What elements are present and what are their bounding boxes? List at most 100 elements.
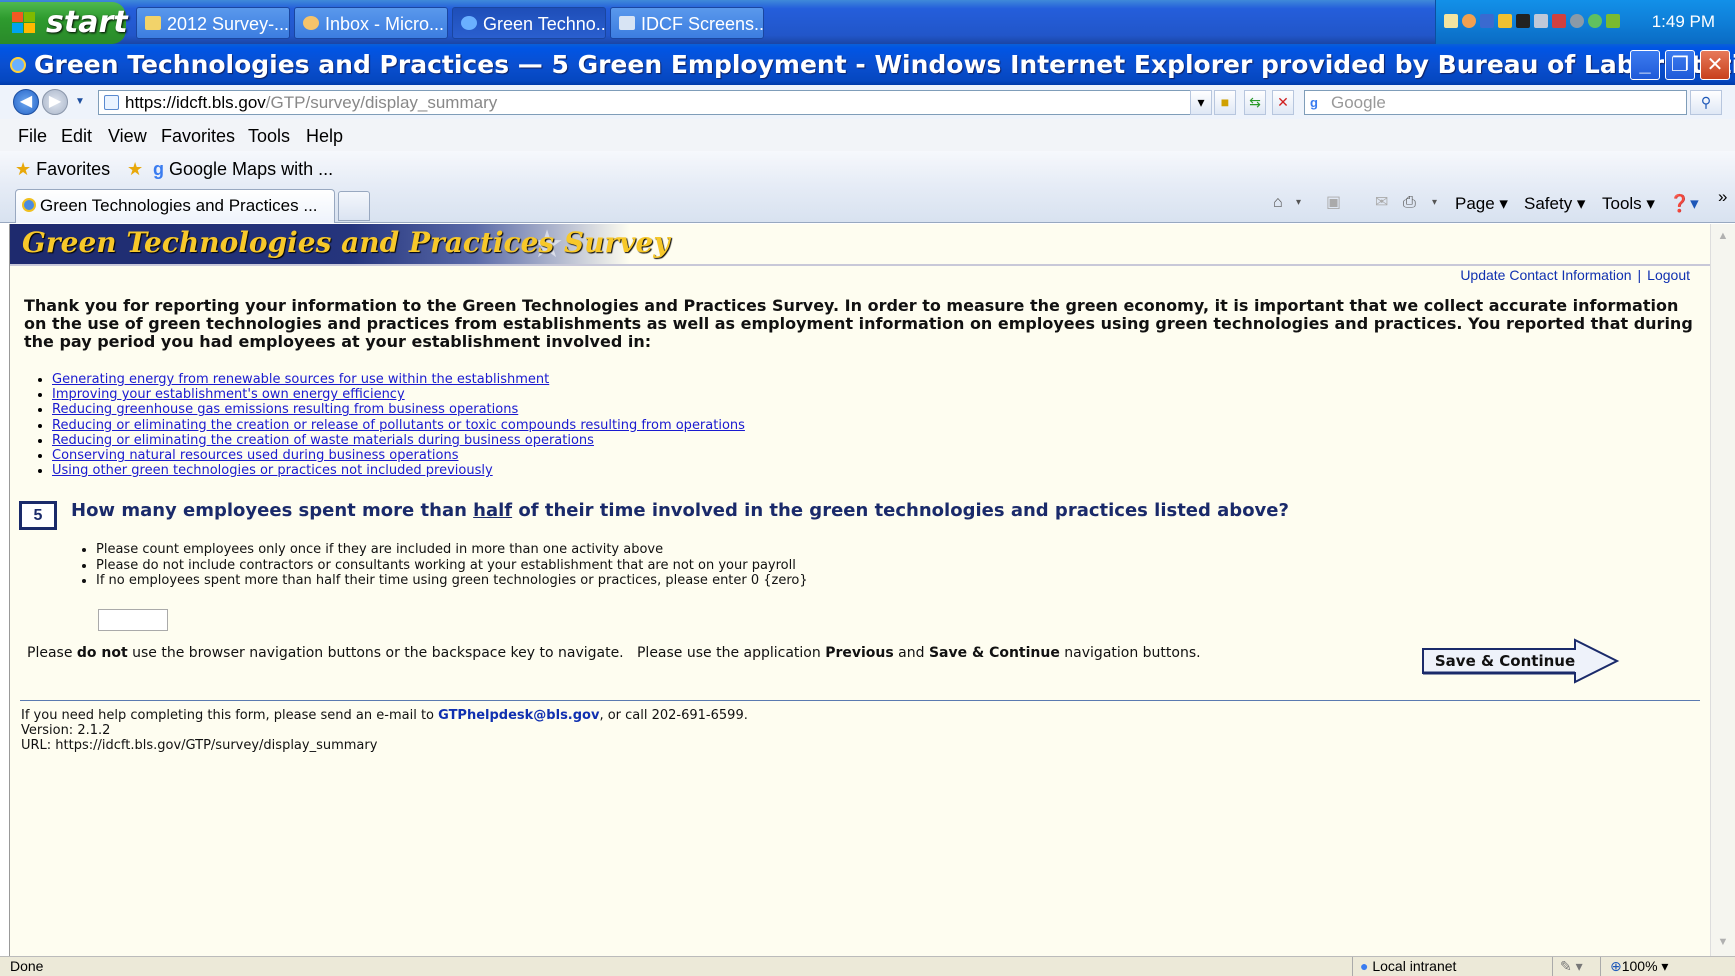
banner-title: Green Technologies and Practices Survey — [22, 226, 670, 259]
stop-icon[interactable]: ✕ — [1272, 90, 1294, 115]
instruction-item: If no employees spent more than half the… — [96, 573, 1180, 589]
menu-help[interactable]: Help — [306, 126, 343, 147]
tab-green-technologies[interactable]: Green Technologies and Practices ... — [15, 189, 335, 223]
favorites-button[interactable]: ★ Favorites — [15, 159, 110, 180]
minimize-button[interactable]: _ — [1630, 50, 1660, 80]
activity-link[interactable]: Using other green technologies or practi… — [52, 463, 493, 478]
menu-tools[interactable]: Tools — [248, 126, 290, 147]
status-bar: Done ● Local intranet ✎ ▾ ⊕100% ▾ — [0, 956, 1735, 976]
url-path: /GTP/survey/display_summary — [265, 93, 498, 112]
nvidia-icon[interactable] — [1606, 14, 1620, 28]
page-menu[interactable]: Page ▾ — [1455, 194, 1508, 214]
window-title-bar[interactable]: Green Technologies and Practices — 5 Gre… — [0, 44, 1735, 85]
forward-button[interactable]: ▶ — [42, 89, 68, 115]
link-separator: | — [1637, 267, 1642, 283]
chevron-right-icon[interactable]: » — [1718, 187, 1727, 207]
list-item: Using other green technologies or practi… — [52, 463, 1236, 478]
list-item: Reducing or eliminating the creation of … — [52, 433, 1236, 448]
lock-icon[interactable] — [1498, 14, 1512, 28]
taskbar-item-survey-folder[interactable]: 2012 Survey-... — [136, 7, 290, 39]
page-footer: If you need help completing this form, p… — [21, 708, 748, 753]
activity-link[interactable]: Generating energy from renewable sources… — [52, 372, 549, 387]
intro-text: Thank you for reporting your information… — [24, 296, 1693, 351]
clock-tray-icon[interactable] — [1462, 14, 1476, 28]
back-button[interactable]: ◀ — [13, 89, 39, 115]
helpdesk-email-link[interactable]: GTPhelpdesk@bls.gov — [438, 708, 599, 723]
instruction-item: Please count employees only once if they… — [96, 542, 1180, 558]
maximize-button[interactable]: ❐ — [1665, 50, 1695, 80]
status-divider — [1352, 957, 1353, 976]
add-favorite-icon[interactable]: ★ — [127, 159, 143, 180]
security-zone[interactable]: ● Local intranet — [1360, 958, 1456, 974]
taskbar-item-idcf[interactable]: IDCF Screens.... — [610, 7, 764, 39]
safety-menu[interactable]: Safety ▾ — [1524, 194, 1585, 214]
scroll-up-icon[interactable]: ▲ — [1715, 228, 1731, 244]
shield-icon[interactable] — [1480, 14, 1494, 28]
favorite-link-google-maps[interactable]: g Google Maps with ... — [153, 159, 333, 180]
logout-link[interactable]: Logout — [1647, 267, 1690, 283]
network-icon[interactable] — [1552, 14, 1566, 28]
note-bold: Save & Continue — [928, 645, 1060, 661]
update-contact-link[interactable]: Update Contact Information — [1460, 267, 1631, 283]
page-content: ★ Green Technologies and Practices Surve… — [9, 224, 1710, 956]
tools-menu[interactable]: Tools ▾ — [1602, 194, 1655, 214]
vertical-scrollbar[interactable]: ▲ ▼ — [1710, 224, 1735, 956]
search-input[interactable]: g Google — [1304, 90, 1687, 115]
recent-pages-dropdown-icon[interactable]: ▼ — [75, 96, 85, 107]
employee-count-input[interactable] — [98, 609, 168, 631]
monitor-icon[interactable] — [1534, 14, 1548, 28]
menu-file[interactable]: File — [18, 126, 47, 147]
scroll-down-icon[interactable]: ▼ — [1715, 934, 1731, 950]
taskbar-item-inbox[interactable]: Inbox - Micro... — [294, 7, 448, 39]
ie-icon — [22, 198, 36, 212]
url-text: URL: https://idcft.bls.gov/GTP/survey/di… — [21, 738, 378, 753]
activity-link[interactable]: Reducing or eliminating the creation or … — [52, 418, 745, 433]
activity-link[interactable]: Improving your establishment's own energ… — [52, 387, 405, 402]
favorite-link-label: Google Maps with ... — [169, 159, 334, 179]
globe-icon: ● — [1360, 958, 1369, 974]
activity-link[interactable]: Conserving natural resources used during… — [52, 448, 459, 463]
mail-icon[interactable]: ✉ — [1375, 195, 1393, 211]
zone-label: Local intranet — [1372, 958, 1457, 974]
activity-link[interactable]: Reducing greenhouse gas emissions result… — [52, 402, 518, 417]
start-button[interactable]: start — [0, 2, 128, 44]
taskbar-item-ie[interactable]: Green Techno... — [452, 7, 606, 39]
menu-favorites[interactable]: Favorites — [161, 126, 235, 147]
save-continue-button[interactable]: Save & Continue — [1421, 638, 1621, 684]
question-text-part: How many employees spent more than — [71, 500, 474, 521]
ie-icon — [10, 57, 26, 73]
menu-view[interactable]: View — [108, 126, 147, 147]
tray-clock[interactable]: 1:49 PM — [1652, 12, 1715, 32]
feeds-icon[interactable]: ▣ — [1326, 195, 1344, 211]
close-button[interactable]: ✕ — [1700, 50, 1730, 80]
url-dropdown-icon[interactable]: ▾ — [1190, 90, 1212, 115]
document-icon — [619, 16, 635, 30]
menu-edit[interactable]: Edit — [61, 126, 92, 147]
home-icon[interactable]: ⌂ — [1273, 195, 1291, 211]
protected-mode-icon[interactable]: ✎ ▾ — [1560, 958, 1583, 975]
print-icon[interactable]: ⎙ — [1403, 195, 1421, 211]
page-icon — [104, 95, 119, 110]
navigation-note: Please do not use the browser navigation… — [27, 645, 1201, 661]
banner-divider — [10, 264, 1710, 266]
zoom-level: 100% — [1621, 958, 1658, 974]
envelope-icon[interactable] — [1444, 14, 1458, 28]
survey-banner: ★ Green Technologies and Practices Surve… — [10, 224, 1710, 264]
zoom-control[interactable]: ⊕100% ▾ — [1610, 958, 1668, 975]
battery-icon[interactable] — [1516, 14, 1530, 28]
print-dropdown-icon[interactable]: ▾ — [1432, 195, 1450, 211]
url-input[interactable]: https://idcft.bls.gov/GTP/survey/display… — [98, 90, 1206, 115]
refresh-icon[interactable]: ⇆ — [1244, 90, 1266, 115]
note-text: use the browser navigation buttons or th… — [127, 645, 826, 661]
activity-link[interactable]: Reducing or eliminating the creation of … — [52, 433, 594, 448]
address-bar: ◀ ▶ ▼ https://idcft.bls.gov/GTP/survey/d… — [0, 85, 1735, 119]
home-dropdown-icon[interactable]: ▾ — [1296, 195, 1314, 211]
google-maps-icon: g — [153, 159, 164, 179]
search-icon[interactable]: ⚲ — [1690, 90, 1722, 115]
help-icon[interactable]: ❓▾ — [1669, 194, 1699, 214]
update-icon[interactable] — [1588, 14, 1602, 28]
security-lock-icon[interactable]: ■ — [1214, 90, 1236, 115]
new-tab-button[interactable] — [338, 191, 370, 221]
instruction-list: Please count employees only once if they… — [80, 542, 1180, 589]
volume-icon[interactable] — [1570, 14, 1584, 28]
